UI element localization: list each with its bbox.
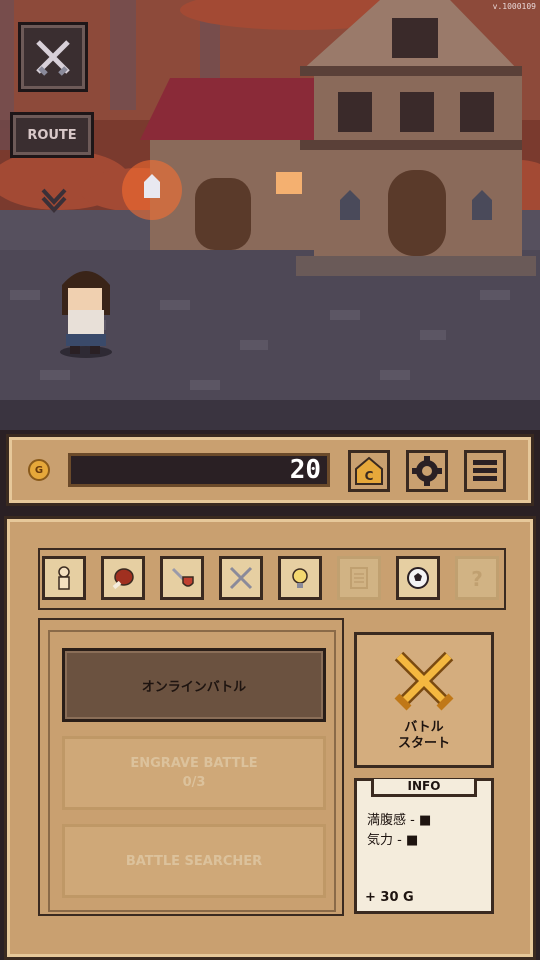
info-box: INFO 満腹感 - ■ 気力 - ■ + 30 G bbox=[354, 778, 494, 914]
svg-text:C: C bbox=[365, 469, 374, 483]
character-tab[interactable] bbox=[42, 556, 86, 600]
skill-tab[interactable] bbox=[278, 556, 322, 600]
gold-coin-icon: G bbox=[28, 459, 50, 481]
bulb-icon bbox=[292, 568, 308, 588]
start-line1: バトル bbox=[404, 720, 444, 735]
battle-start-label: バトル スタート bbox=[398, 720, 450, 752]
online-battle-button[interactable]: オンラインバトル bbox=[62, 648, 326, 722]
gold-amount: 20 bbox=[68, 453, 330, 487]
food-tab[interactable] bbox=[101, 556, 145, 600]
engrave-battle-count: 0/3 bbox=[182, 775, 206, 790]
info-line-satiety: 満腹感 - ■ bbox=[367, 813, 432, 828]
battle-searcher-label: BATTLE SEARCHER bbox=[125, 853, 263, 869]
version-label: v.1000109 bbox=[492, 2, 536, 11]
crossed-swords-icon bbox=[229, 566, 253, 590]
battle-searcher-button[interactable]: BATTLE SEARCHER bbox=[62, 824, 326, 898]
game-scene: v.1000109 ROUTE bbox=[0, 0, 540, 430]
hamburger-icon bbox=[473, 460, 497, 481]
info-line-energy: 気力 - ■ bbox=[367, 833, 419, 848]
sword-shield-icon bbox=[171, 567, 194, 587]
scroll-icon bbox=[350, 567, 368, 589]
chevron-down-icon[interactable] bbox=[40, 186, 68, 214]
engrave-battle-button[interactable]: ENGRAVE BATTLE 0/3 bbox=[62, 736, 326, 810]
engrave-battle-label: ENGRAVE BATTLE bbox=[130, 756, 258, 771]
battle-start-button[interactable]: バトル スタート bbox=[354, 632, 494, 768]
person-icon bbox=[58, 566, 70, 590]
battle-menu-button[interactable] bbox=[18, 22, 88, 92]
menu-button[interactable] bbox=[464, 450, 506, 492]
coin-house-icon: C bbox=[355, 456, 383, 485]
question-icon: ? bbox=[471, 567, 483, 591]
battle-tab[interactable] bbox=[219, 556, 263, 600]
crossed-swords-icon bbox=[36, 40, 70, 76]
route-button[interactable]: ROUTE bbox=[10, 112, 94, 158]
unknown-tab[interactable]: ? bbox=[455, 556, 499, 600]
ball-tab[interactable] bbox=[396, 556, 440, 600]
info-reward: + 30 G bbox=[365, 890, 414, 905]
shop-button[interactable]: C bbox=[348, 450, 390, 492]
meat-icon bbox=[112, 568, 134, 590]
settings-button[interactable] bbox=[406, 450, 448, 492]
document-tab[interactable] bbox=[337, 556, 381, 600]
gear-icon bbox=[412, 456, 442, 486]
golden-crossed-swords-icon bbox=[394, 651, 454, 711]
svg-text:?: ? bbox=[471, 567, 483, 591]
start-line2: スタート bbox=[397, 736, 450, 751]
online-battle-label: オンラインバトル bbox=[141, 679, 247, 695]
info-title: INFO bbox=[371, 779, 477, 797]
equipment-tab[interactable] bbox=[160, 556, 204, 600]
ball-icon bbox=[407, 567, 429, 589]
